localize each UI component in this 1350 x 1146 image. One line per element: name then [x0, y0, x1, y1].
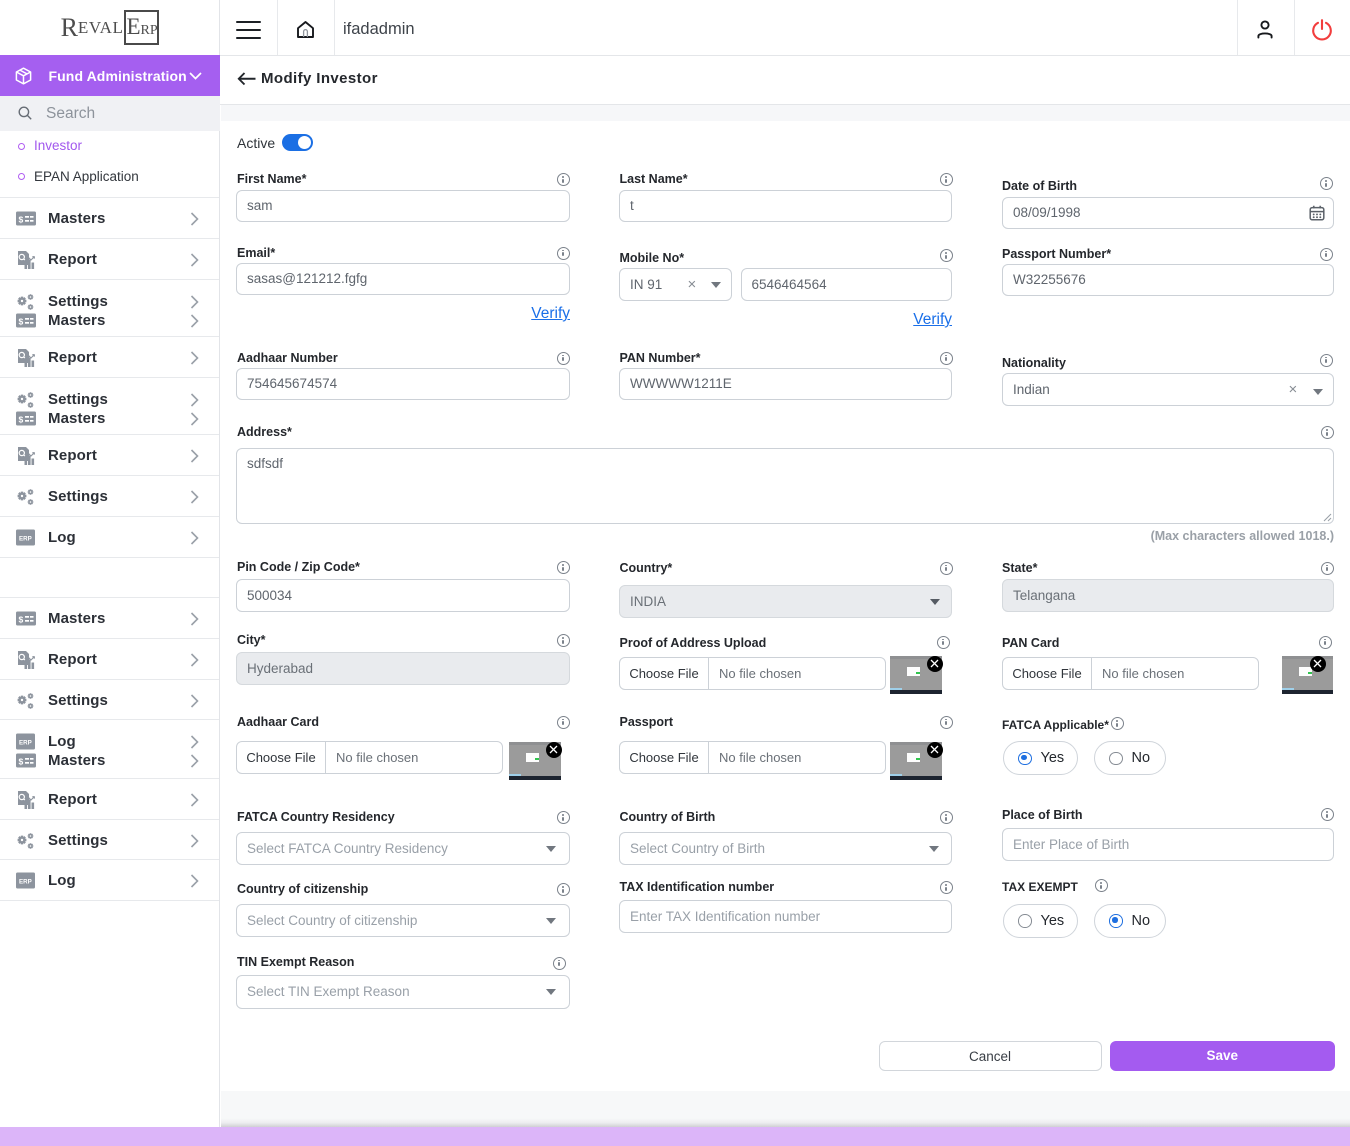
- svg-text:$: $: [19, 414, 24, 424]
- svg-text:ERP: ERP: [19, 740, 32, 747]
- svg-text:$: $: [19, 614, 24, 624]
- svg-text:ERP: ERP: [19, 879, 32, 886]
- svg-text:$: $: [19, 756, 24, 766]
- svg-text:$: $: [19, 214, 24, 224]
- svg-text:$: $: [19, 316, 24, 326]
- svg-text:ERP: ERP: [19, 536, 32, 543]
